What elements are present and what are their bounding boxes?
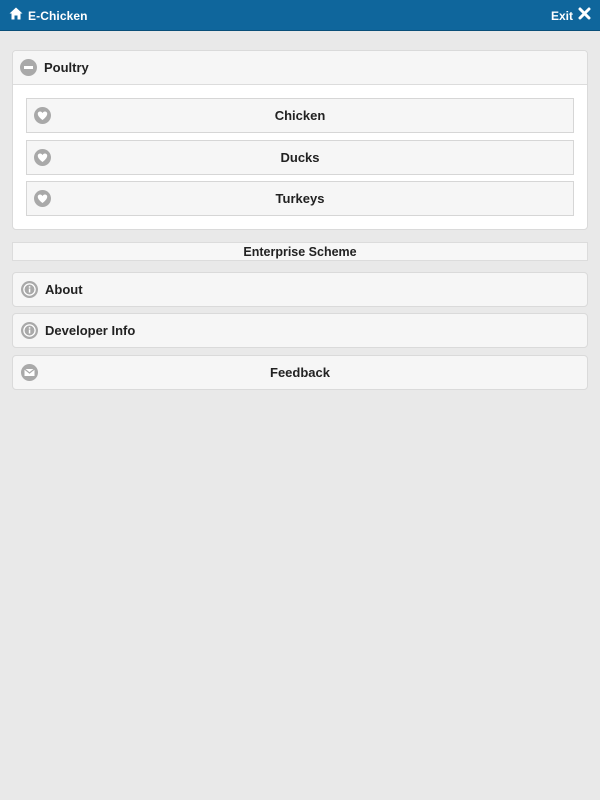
poultry-item-label: Chicken [274,108,326,123]
app-title: E-Chicken [28,8,88,23]
poultry-header[interactable]: Poultry [13,51,587,85]
app-header: E-Chicken Exit [0,0,600,31]
about-button[interactable]: About [12,272,588,307]
close-icon [578,7,591,25]
enterprise-scheme-label: Enterprise Scheme [243,244,357,259]
poultry-item-label: Turkeys [275,191,325,206]
header-home[interactable]: E-Chicken [9,7,88,24]
poultry-label: Poultry [44,60,89,75]
developer-info-button[interactable]: Developer Info [12,313,588,348]
developer-info-label: Developer Info [45,323,136,338]
poultry-item-chicken[interactable]: Chicken [26,98,574,133]
minus-icon [20,59,37,76]
poultry-section: Poultry Chicken Ducks Turkeys [12,50,588,230]
poultry-item-turkeys[interactable]: Turkeys [26,181,574,216]
home-icon[interactable] [9,7,23,25]
poultry-item-label: Ducks [280,150,320,165]
exit-button[interactable]: Exit [551,7,591,24]
poultry-item-ducks[interactable]: Ducks [26,140,574,175]
info-icon [21,322,38,339]
feedback-label: Feedback [270,365,330,380]
feedback-button[interactable]: Feedback [12,355,588,390]
enterprise-scheme-divider: Enterprise Scheme [12,242,588,261]
exit-label: Exit [550,8,573,23]
info-icon [21,281,38,298]
about-label: About [45,282,83,297]
